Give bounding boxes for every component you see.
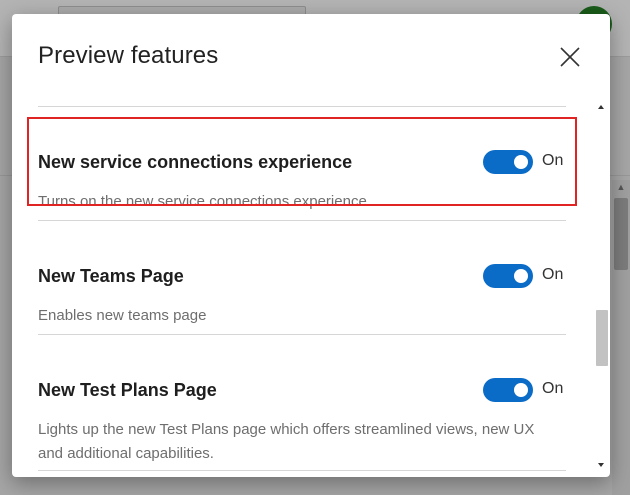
feature-description: Lights up the new Test Plans page which … [38, 421, 535, 462]
feature-list: New service connections experience On Tu… [12, 100, 610, 477]
background-scroll-thumb [614, 198, 628, 270]
list-divider [38, 220, 566, 221]
toggle-knob [514, 269, 528, 283]
toggle-state-label: On [542, 266, 564, 283]
chevron-up-icon [598, 105, 604, 109]
feature-toggle-service-connections[interactable] [483, 150, 533, 174]
toggle-knob [514, 155, 528, 169]
feature-toggle-teams-page[interactable] [483, 264, 533, 288]
preview-features-dialog: Preview features New service connections… [12, 14, 610, 477]
feature-title: New Teams Page [38, 266, 184, 286]
close-button[interactable] [554, 41, 586, 73]
list-divider [38, 106, 566, 107]
scroll-up-button[interactable] [594, 100, 608, 114]
chevron-down-icon [598, 463, 604, 467]
feature-title: New service connections experience [38, 152, 353, 172]
scroll-down-button[interactable] [594, 458, 608, 472]
feature-description: Enables new teams page [38, 307, 207, 324]
dialog-scrollbar[interactable] [594, 100, 608, 472]
toggle-knob [514, 383, 528, 397]
background-scroll-up-icon: ▲ [616, 182, 626, 192]
scroll-thumb[interactable] [596, 310, 608, 366]
toggle-state-label: On [542, 380, 564, 397]
toggle-state-label: On [542, 152, 564, 169]
feature-description: Turns on the new service connections exp… [38, 193, 371, 210]
dialog-title: Preview features [38, 42, 219, 69]
list-divider [38, 470, 566, 471]
list-divider [38, 334, 566, 335]
feature-toggle-test-plans-page[interactable] [483, 378, 533, 402]
close-icon [560, 47, 580, 67]
feature-title: New Test Plans Page [38, 380, 217, 400]
